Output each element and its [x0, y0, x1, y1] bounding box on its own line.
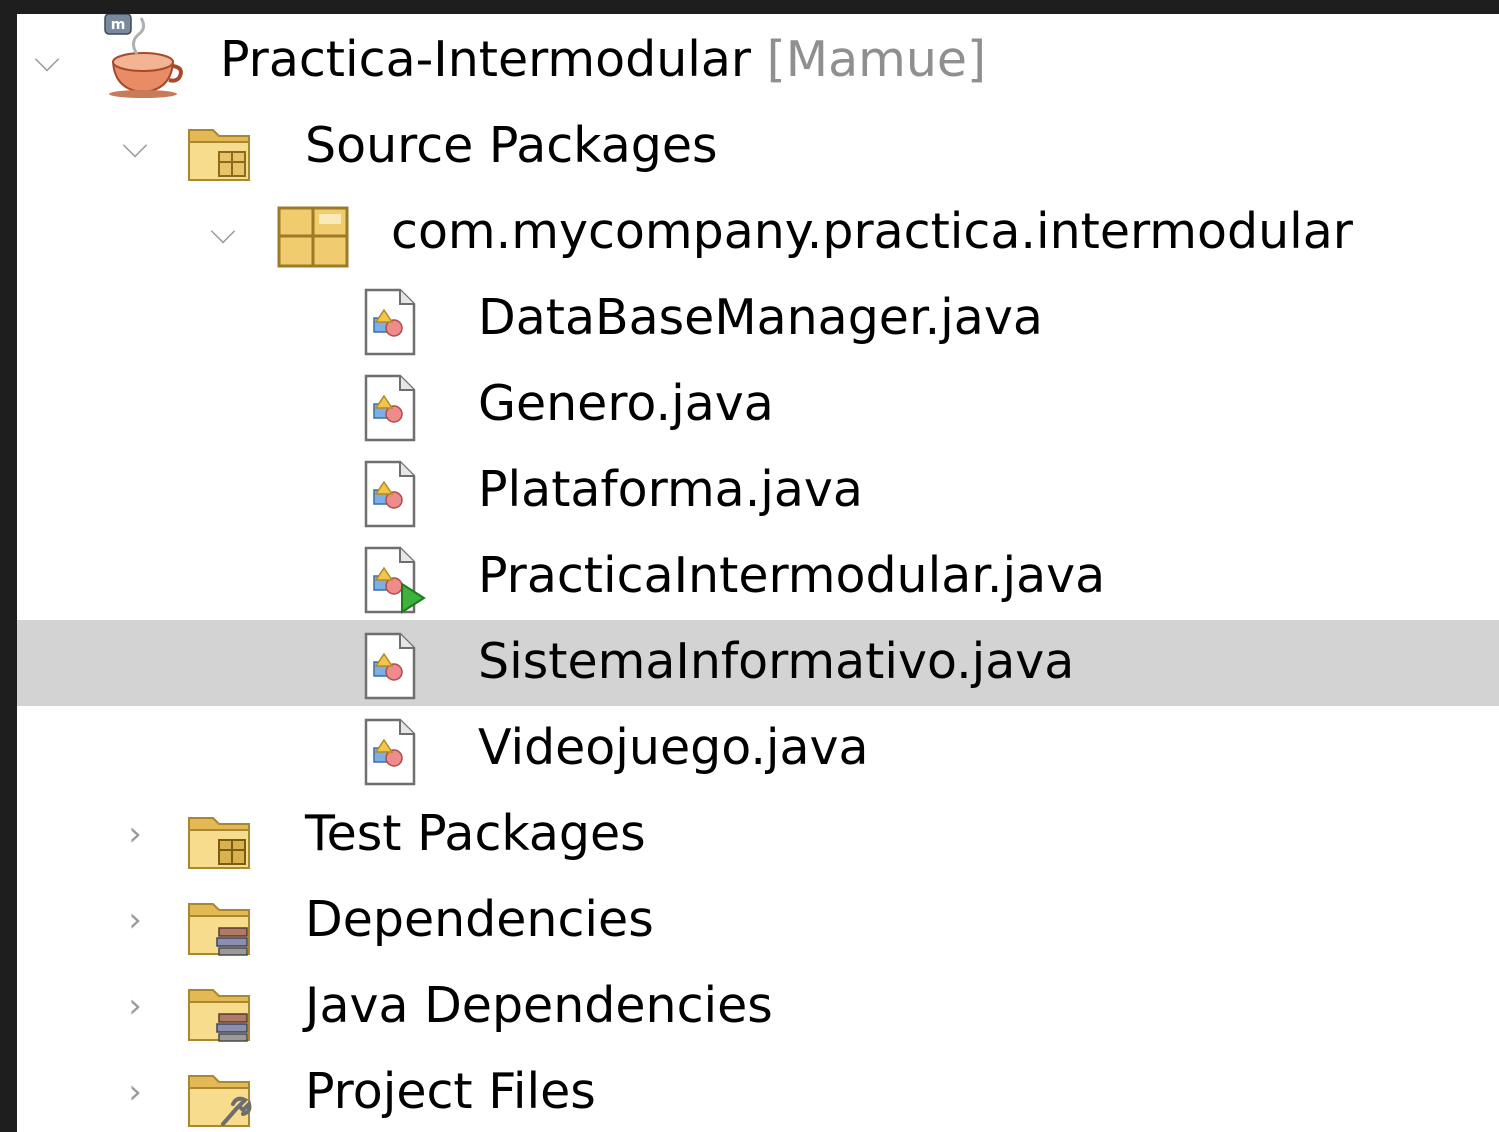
package-label: com.mycompany.practica.intermodular — [391, 203, 1353, 260]
project-label: Practica-Intermodular [Mamue] — [220, 24, 986, 96]
chevron-right-icon[interactable]: › — [117, 900, 153, 940]
tree-node-file[interactable]: Plataforma.java — [17, 448, 1499, 534]
java-main-class-icon — [364, 546, 426, 614]
project-files-folder-icon — [188, 1075, 252, 1127]
file-label: DataBaseManager.java — [478, 289, 1043, 346]
tree-node-source-packages[interactable]: ⌵ Source Packages — [17, 104, 1499, 190]
file-label: Plataforma.java — [478, 461, 863, 518]
project-name: Practica-Intermodular — [220, 31, 752, 88]
java-class-icon — [364, 632, 416, 700]
java-class-icon — [364, 460, 416, 528]
chevron-down-icon[interactable]: ⌵ — [205, 212, 241, 252]
source-packages-label: Source Packages — [305, 117, 718, 174]
tree-node-project-files[interactable]: › Project Files — [17, 1050, 1499, 1132]
tree-node-label: Test Packages — [305, 805, 646, 862]
svg-text:m: m — [111, 17, 126, 33]
tree-node-label: Project Files — [305, 1063, 596, 1120]
tree-node-label: Java Dependencies — [305, 977, 773, 1034]
tree-node-file[interactable]: DataBaseManager.java — [17, 276, 1499, 362]
tree-node-java-dependencies[interactable]: › Java Dependencies — [17, 964, 1499, 1050]
file-label: Videojuego.java — [478, 719, 869, 776]
project-branch: [Mamue] — [766, 31, 987, 88]
chevron-down-icon[interactable]: ⌵ — [29, 40, 65, 80]
chevron-down-icon[interactable]: ⌵ — [117, 126, 153, 166]
file-label: Genero.java — [478, 375, 774, 432]
chevron-right-icon[interactable]: › — [117, 1072, 153, 1112]
java-class-icon — [364, 288, 416, 356]
tree-node-package[interactable]: ⌵ com.mycompany.practica.intermodular — [17, 190, 1499, 276]
tree-node-label: Dependencies — [305, 891, 654, 948]
tree-node-project[interactable]: ⌵ m Practica-Intermodular [Mamue] — [17, 14, 1499, 104]
chevron-right-icon[interactable]: › — [117, 986, 153, 1026]
java-dependencies-folder-icon — [188, 989, 250, 1042]
tree-node-file-selected[interactable]: SistemaInformativo.java — [17, 620, 1499, 706]
tree-node-dependencies[interactable]: › Dependencies — [17, 878, 1499, 964]
file-label: PracticaIntermodular.java — [478, 547, 1106, 604]
tree-node-file[interactable]: Genero.java — [17, 362, 1499, 448]
tree-node-test-packages[interactable]: › Test Packages — [17, 792, 1499, 878]
project-tree: ⌵ m Practica-Intermodular [Mamue] ⌵ Sour… — [17, 14, 1499, 1132]
tree-node-file[interactable]: Videojuego.java — [17, 706, 1499, 792]
java-class-icon — [364, 374, 416, 442]
maven-project-icon: m — [104, 14, 183, 98]
dependencies-folder-icon — [188, 903, 250, 956]
java-class-icon — [364, 718, 416, 786]
file-label: SistemaInformativo.java — [478, 633, 1075, 690]
chevron-right-icon[interactable]: › — [117, 814, 153, 854]
tree-node-file[interactable]: PracticaIntermodular.java — [17, 534, 1499, 620]
package-icon — [277, 206, 349, 268]
test-packages-folder-icon — [188, 817, 250, 869]
source-packages-folder-icon — [188, 129, 250, 181]
